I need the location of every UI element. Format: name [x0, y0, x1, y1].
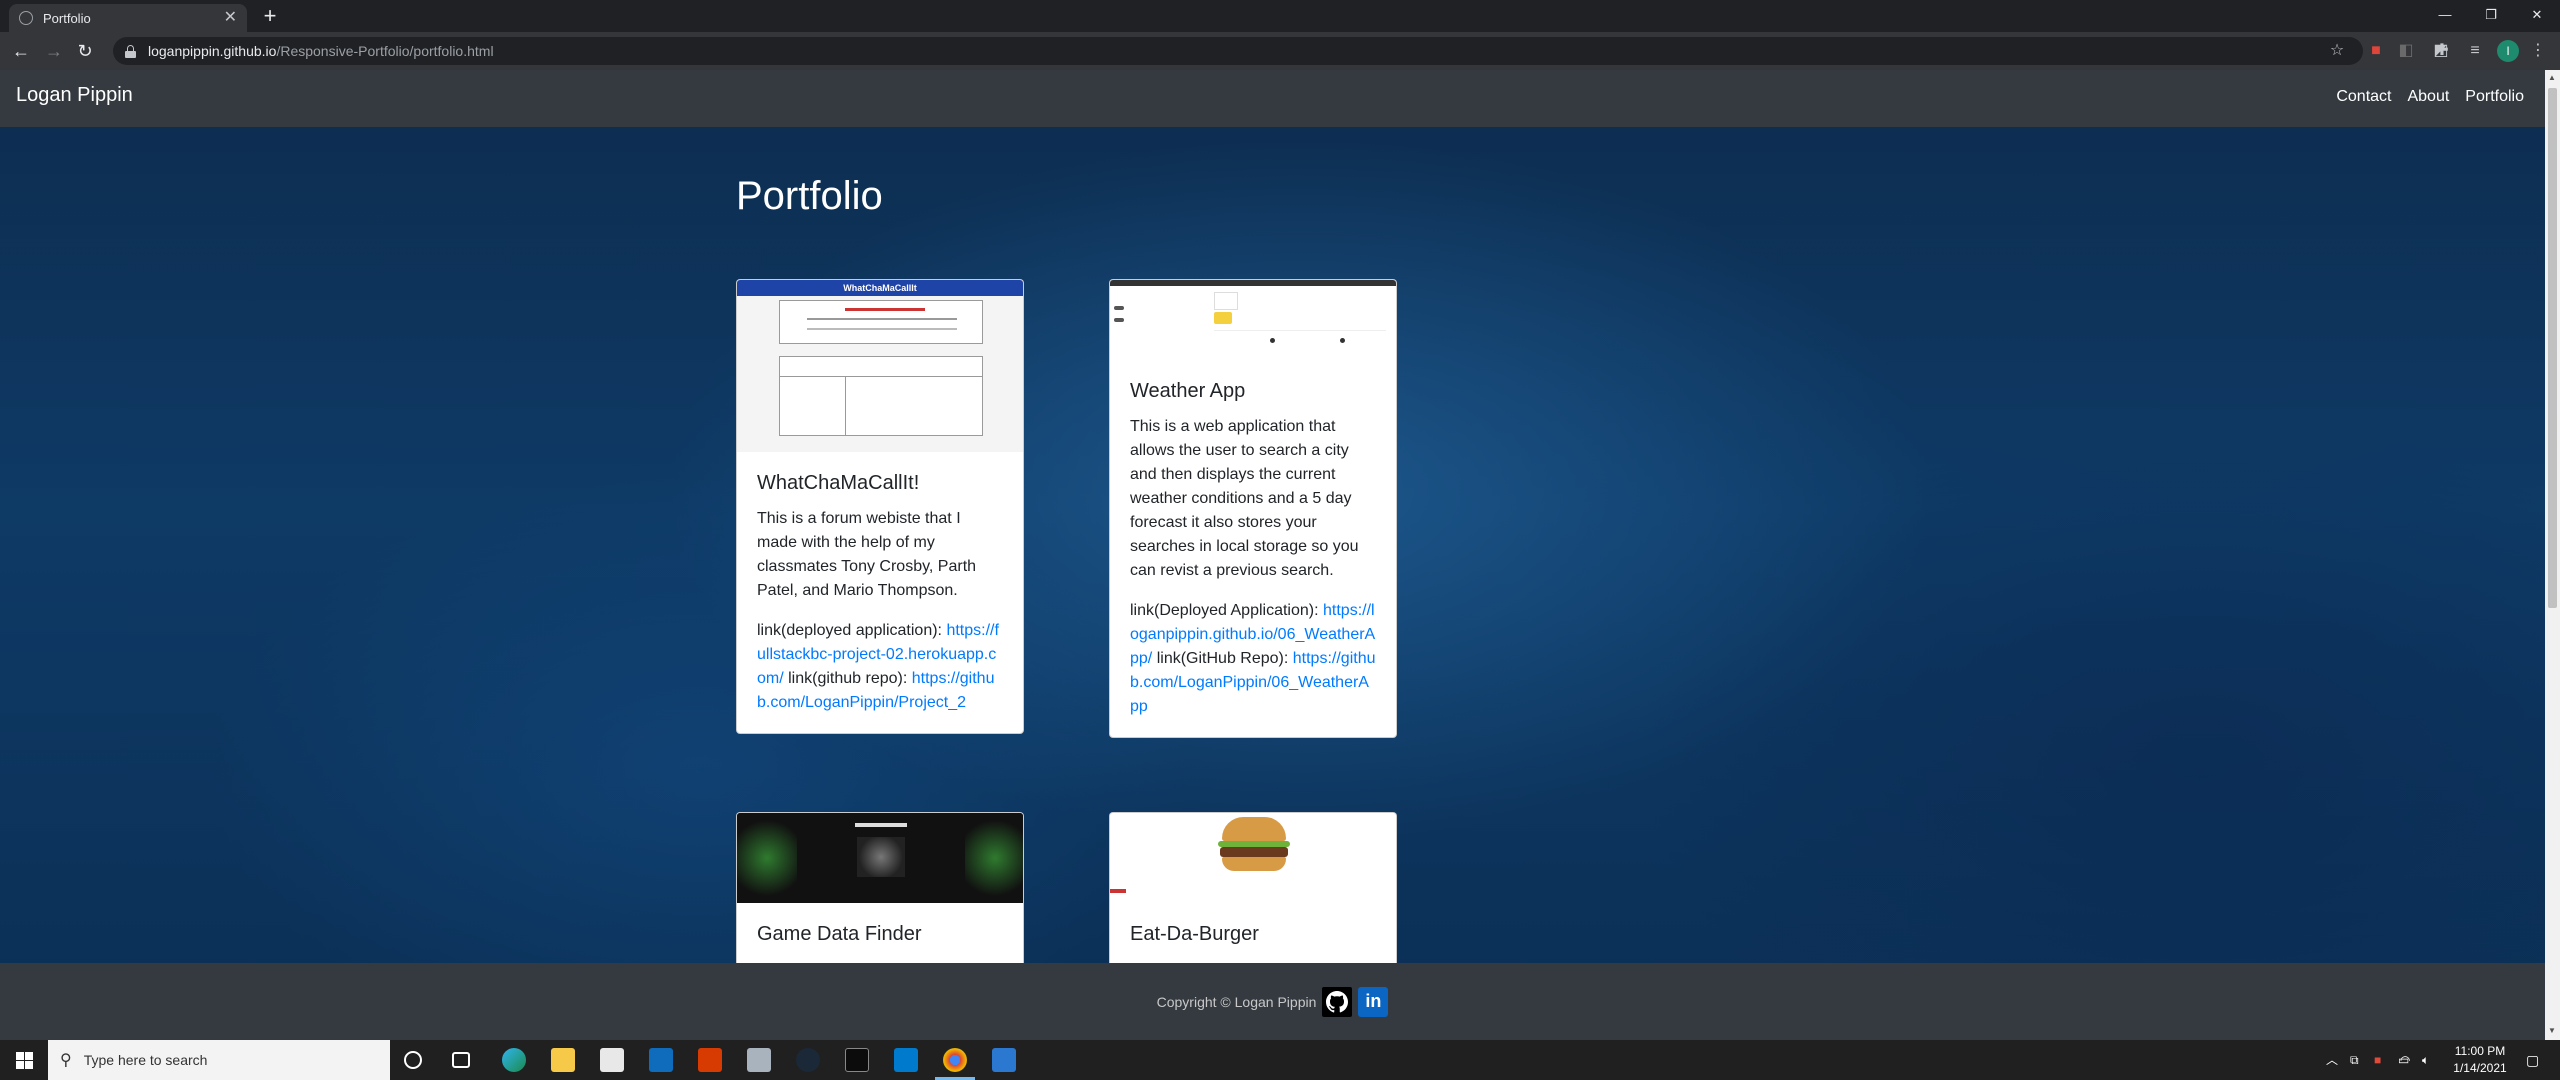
project-description: This is a web application that allows th… [1130, 418, 1359, 579]
extensions-puzzle-icon[interactable]: ✚ [2432, 41, 2452, 61]
nav-contact[interactable]: Contact [2336, 88, 2391, 106]
repo-link-label: link(GitHub Repo): [1156, 650, 1289, 667]
minimize-icon[interactable]: — [2422, 0, 2468, 32]
taskbar-search-placeholder: Type here to search [83, 1052, 208, 1068]
extension-icon[interactable]: ■ [2366, 41, 2386, 61]
project-description: This is a forum webiste that I made with… [757, 510, 977, 599]
scroll-up-icon[interactable]: ▲ [2548, 73, 2556, 82]
windows-taskbar: ⚲ Type here to search ︿ ⧉ ■ ▭ ◠ 🔈︎ 11:00… [0, 1040, 2560, 1080]
task-view-icon[interactable] [452, 1052, 470, 1068]
project-card-game-data-finder: Game Data Finder [736, 812, 1024, 977]
vscode-icon[interactable] [894, 1048, 918, 1072]
page-title: Portfolio [736, 174, 883, 218]
browser-tab[interactable]: Portfolio ✕ [9, 4, 247, 32]
restore-icon[interactable]: ❐ [2468, 0, 2514, 32]
tab-title: Portfolio [43, 10, 91, 26]
github-icon[interactable] [1322, 986, 1353, 1017]
close-window-icon[interactable]: ✕ [2514, 0, 2560, 32]
project-screenshot [737, 813, 1023, 903]
notifications-icon[interactable]: ▢ [2526, 1040, 2539, 1080]
back-icon[interactable]: ← [10, 40, 32, 62]
globe-icon [19, 11, 33, 25]
chrome-icon[interactable] [935, 1048, 975, 1080]
project-screenshot: WhatChaMaCallIt [737, 280, 1023, 452]
reading-list-icon[interactable]: ≡ [2465, 41, 2485, 61]
site-navbar: Logan Pippin Contact About Portfolio [0, 70, 2545, 127]
tray-chevron-icon[interactable]: ︿ [2326, 1040, 2338, 1080]
tray-app-icon[interactable]: ⧉ [2350, 1040, 2359, 1080]
volume-icon[interactable]: 🔈︎ [2422, 1040, 2429, 1080]
nav-portfolio[interactable]: Portfolio [2465, 88, 2524, 106]
cortana-icon[interactable] [404, 1051, 422, 1069]
new-tab-button[interactable]: + [259, 5, 281, 28]
tray-app-icon[interactable]: ■ [2374, 1040, 2381, 1080]
search-icon: ⚲ [60, 1052, 72, 1069]
deployed-link-label: link(Deployed Application): [1130, 602, 1319, 619]
menu-kebab-icon[interactable]: ⋮ [2528, 41, 2548, 61]
project-screenshot [1110, 280, 1396, 360]
nav-about[interactable]: About [2407, 88, 2449, 106]
profile-avatar[interactable]: I [2497, 40, 2519, 62]
screenshot-title: WhatChaMaCallIt [737, 280, 1023, 296]
project-card-eat-da-burger: Eat-Da-Burger [1109, 812, 1397, 977]
office-icon[interactable] [698, 1048, 722, 1072]
edge-icon[interactable] [502, 1048, 526, 1072]
project-title: Game Data Finder [757, 923, 922, 945]
scrollbar-thumb[interactable] [2548, 88, 2557, 608]
site-brand[interactable]: Logan Pippin [16, 84, 133, 107]
url-path: /Responsive-Portfolio/portfolio.html [276, 43, 494, 59]
copyright-text: Copyright © Logan Pippin [1156, 993, 1317, 1010]
project-title: Eat-Da-Burger [1130, 923, 1259, 945]
terminal-icon[interactable] [845, 1048, 869, 1072]
page-scrollbar[interactable]: ▲ ▼ [2545, 70, 2560, 1040]
nav-links: Contact About Portfolio [2336, 88, 2524, 106]
url-host: loganpippin.github.io [148, 43, 277, 59]
repo-link-label: link(github repo): [788, 670, 908, 687]
steam-icon[interactable] [796, 1048, 820, 1072]
mail-icon[interactable] [649, 1048, 673, 1072]
lock-icon [125, 44, 136, 58]
windows-start-icon[interactable] [0, 1040, 48, 1080]
network-icon[interactable]: ◠ [2400, 1040, 2410, 1080]
browser-tab-strip: Portfolio ✕ + — ❐ ✕ [0, 0, 2560, 32]
scroll-down-icon[interactable]: ▼ [2548, 1026, 2556, 1035]
project-title: WhatChaMaCallIt! [757, 472, 920, 494]
taskbar-search[interactable]: ⚲ Type here to search [48, 1040, 390, 1080]
site-footer: Copyright © Logan Pippin in [0, 963, 2545, 1040]
close-tab-icon[interactable]: ✕ [224, 10, 237, 26]
extension-icon[interactable] [2410, 41, 2430, 61]
linkedin-icon[interactable]: in [1358, 986, 1389, 1017]
file-explorer-icon[interactable] [551, 1048, 575, 1072]
project-title: Weather App [1130, 380, 1246, 402]
app-icon[interactable] [747, 1048, 771, 1072]
browser-toolbar: ← → ↻ loganpippin.github.io/Responsive-P… [0, 32, 2560, 70]
address-bar[interactable]: loganpippin.github.io/Responsive-Portfol… [113, 37, 2363, 65]
photos-icon[interactable] [992, 1048, 1016, 1072]
deployed-link-label: link(deployed application): [757, 622, 942, 639]
project-card-weather-app: Weather App This is a web application th… [1109, 279, 1397, 738]
page-viewport: Logan Pippin Contact About Portfolio Por… [0, 70, 2560, 1040]
reload-icon[interactable]: ↻ [74, 40, 96, 62]
forward-icon[interactable]: → [43, 40, 65, 62]
system-clock[interactable]: 11:00 PM 1/14/2021 [2440, 1043, 2520, 1077]
bookmark-star-icon[interactable]: ☆ [2327, 41, 2347, 61]
store-icon[interactable] [600, 1048, 624, 1072]
clock-time: 11:00 PM [2454, 1044, 2506, 1058]
project-card-whatchamacallit: WhatChaMaCallIt WhatChaMaCallIt! This is… [736, 279, 1024, 734]
clock-date: 1/14/2021 [2453, 1061, 2507, 1075]
project-screenshot [1110, 813, 1396, 903]
